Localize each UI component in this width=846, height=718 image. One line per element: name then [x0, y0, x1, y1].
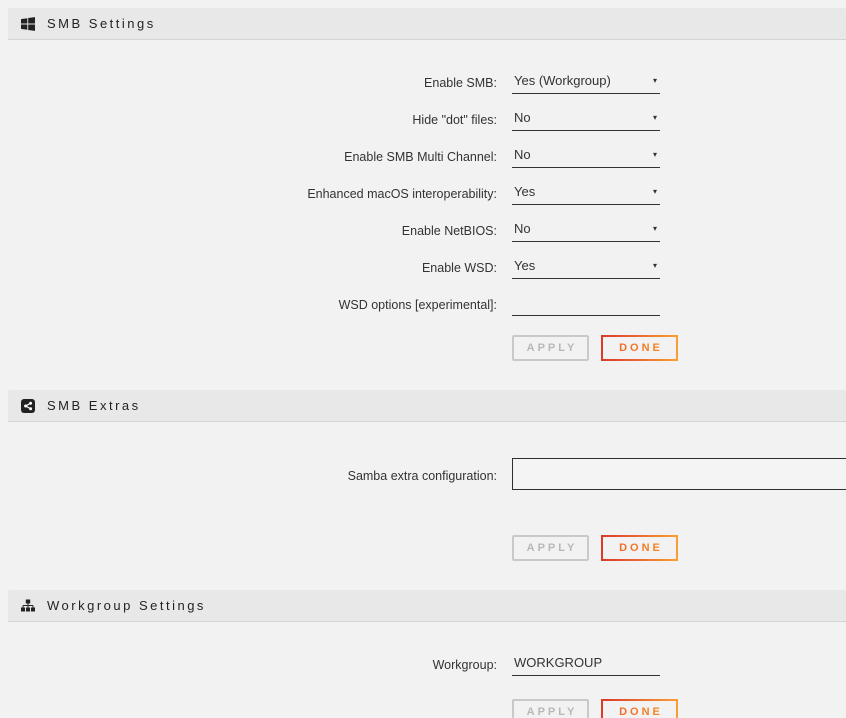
- field-label: Hide "dot" files:: [0, 113, 497, 127]
- apply-button[interactable]: APPLY: [512, 335, 589, 361]
- form-row-wsd-options: WSD options [experimental]:: [0, 286, 846, 323]
- smb-extras-buttons: APPLY DONE: [512, 535, 846, 561]
- select-value: Yes: [514, 258, 535, 273]
- smb-settings-header: SMB Settings: [8, 8, 846, 40]
- select-value: No: [514, 147, 531, 162]
- field-label: Workgroup:: [0, 658, 497, 672]
- chevron-down-icon: ▾: [653, 261, 657, 270]
- chevron-down-icon: ▾: [653, 76, 657, 85]
- section-title: SMB Settings: [47, 16, 156, 31]
- apply-button[interactable]: APPLY: [512, 699, 589, 718]
- form-row-macos-interop: Enhanced macOS interoperability: Yes ▾: [0, 175, 846, 212]
- field-label: Enable SMB Multi Channel:: [0, 150, 497, 164]
- apply-button[interactable]: APPLY: [512, 535, 589, 561]
- smb-extras-form: Samba extra configuration: APPLY DONE: [0, 422, 846, 561]
- field-label: WSD options [experimental]:: [0, 298, 497, 312]
- chevron-down-icon: ▾: [653, 150, 657, 159]
- samba-extra-config-textarea[interactable]: [512, 458, 846, 490]
- done-button[interactable]: DONE: [601, 699, 678, 718]
- share-box-icon: [21, 399, 35, 413]
- workgroup-settings-header: Workgroup Settings: [8, 590, 846, 622]
- select-value: No: [514, 221, 531, 236]
- form-row-samba-extra: Samba extra configuration:: [0, 446, 846, 506]
- workgroup-settings-form: Workgroup: APPLY DONE: [0, 622, 846, 718]
- field-label: Enhanced macOS interoperability:: [0, 187, 497, 201]
- section-title: Workgroup Settings: [47, 598, 206, 613]
- select-value: No: [514, 110, 531, 125]
- select-value: Yes: [514, 184, 535, 199]
- sitemap-icon: [21, 599, 35, 613]
- field-label: Enable WSD:: [0, 261, 497, 275]
- form-row-workgroup: Workgroup:: [0, 646, 846, 683]
- field-label: Samba extra configuration:: [0, 469, 497, 483]
- smb-settings-form: Enable SMB: Yes (Workgroup) ▾ Hide "dot"…: [0, 40, 846, 361]
- chevron-down-icon: ▾: [653, 187, 657, 196]
- workgroup-settings-buttons: APPLY DONE: [512, 699, 846, 718]
- hide-dot-files-select[interactable]: No ▾: [512, 108, 660, 131]
- chevron-down-icon: ▾: [653, 113, 657, 122]
- workgroup-input[interactable]: [512, 653, 660, 676]
- form-row-hide-dot-files: Hide "dot" files: No ▾: [0, 101, 846, 138]
- done-button[interactable]: DONE: [601, 535, 678, 561]
- wsd-options-input[interactable]: [512, 293, 660, 316]
- field-label: Enable SMB:: [0, 76, 497, 90]
- smb-extras-header: SMB Extras: [8, 390, 846, 422]
- smb-multichannel-select[interactable]: No ▾: [512, 145, 660, 168]
- wsd-select[interactable]: Yes ▾: [512, 256, 660, 279]
- windows-icon: [21, 17, 35, 31]
- macos-interop-select[interactable]: Yes ▾: [512, 182, 660, 205]
- section-title: SMB Extras: [47, 398, 141, 413]
- form-row-smb-multichannel: Enable SMB Multi Channel: No ▾: [0, 138, 846, 175]
- field-label: Enable NetBIOS:: [0, 224, 497, 238]
- chevron-down-icon: ▾: [653, 224, 657, 233]
- form-row-enable-smb: Enable SMB: Yes (Workgroup) ▾: [0, 64, 846, 101]
- done-button[interactable]: DONE: [601, 335, 678, 361]
- netbios-select[interactable]: No ▾: [512, 219, 660, 242]
- form-row-netbios: Enable NetBIOS: No ▾: [0, 212, 846, 249]
- select-value: Yes (Workgroup): [514, 73, 611, 88]
- smb-settings-buttons: APPLY DONE: [512, 335, 846, 361]
- enable-smb-select[interactable]: Yes (Workgroup) ▾: [512, 71, 660, 94]
- form-row-wsd: Enable WSD: Yes ▾: [0, 249, 846, 286]
